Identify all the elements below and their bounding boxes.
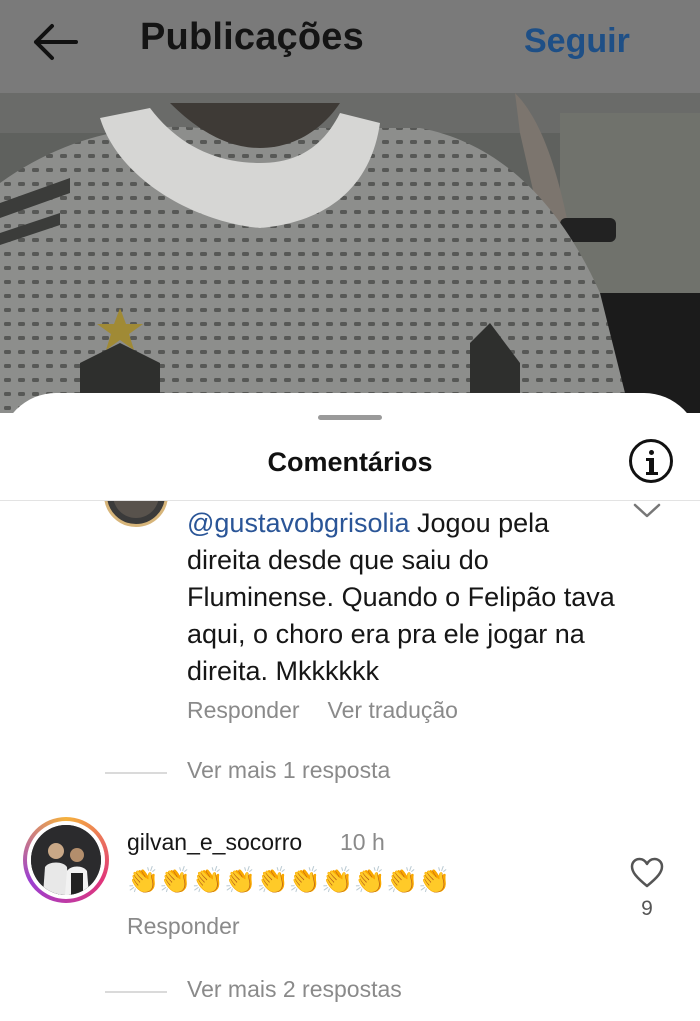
divider <box>105 991 167 993</box>
chevron-down-icon[interactable] <box>632 501 662 521</box>
heart-icon[interactable] <box>630 857 664 889</box>
comment-actions: Responder Ver tradução <box>187 697 486 724</box>
reply-button[interactable]: Responder <box>127 913 240 940</box>
divider <box>105 772 167 774</box>
comment-username[interactable]: gilvan_e_socorro <box>127 829 302 856</box>
post-photo <box>0 93 700 413</box>
avatar[interactable] <box>104 501 168 527</box>
info-icon[interactable] <box>629 439 673 483</box>
drag-handle[interactable] <box>318 415 382 420</box>
view-more-replies-button[interactable]: Ver mais 1 resposta <box>187 757 390 784</box>
comment-text: @gustavobgrisolia Jogou pela direita des… <box>187 505 617 690</box>
like-count: 9 <box>641 897 653 920</box>
translate-button[interactable]: Ver tradução <box>328 697 458 723</box>
top-app-bar: Publicações Seguir <box>0 0 700 93</box>
view-more-replies-button[interactable]: Ver mais 2 respostas <box>187 976 402 1003</box>
arrow-left-icon <box>34 24 78 60</box>
comments-sheet: Comentários @gustavobgrisolia Jogou pela… <box>0 393 700 1021</box>
comment-list[interactable]: @gustavobgrisolia Jogou pela direita des… <box>0 501 700 1021</box>
avatar[interactable] <box>23 817 109 903</box>
reply-button[interactable]: Responder <box>187 697 300 723</box>
back-button[interactable] <box>28 20 80 64</box>
mention-link[interactable]: @gustavobgrisolia <box>187 508 410 538</box>
sheet-title: Comentários <box>267 447 433 477</box>
page-title: Publicações <box>140 16 364 58</box>
follow-button[interactable]: Seguir <box>524 22 630 61</box>
comment-timestamp: 10 h <box>340 829 385 855</box>
comment-text: 👏👏👏👏👏👏👏👏👏👏 <box>127 865 451 895</box>
